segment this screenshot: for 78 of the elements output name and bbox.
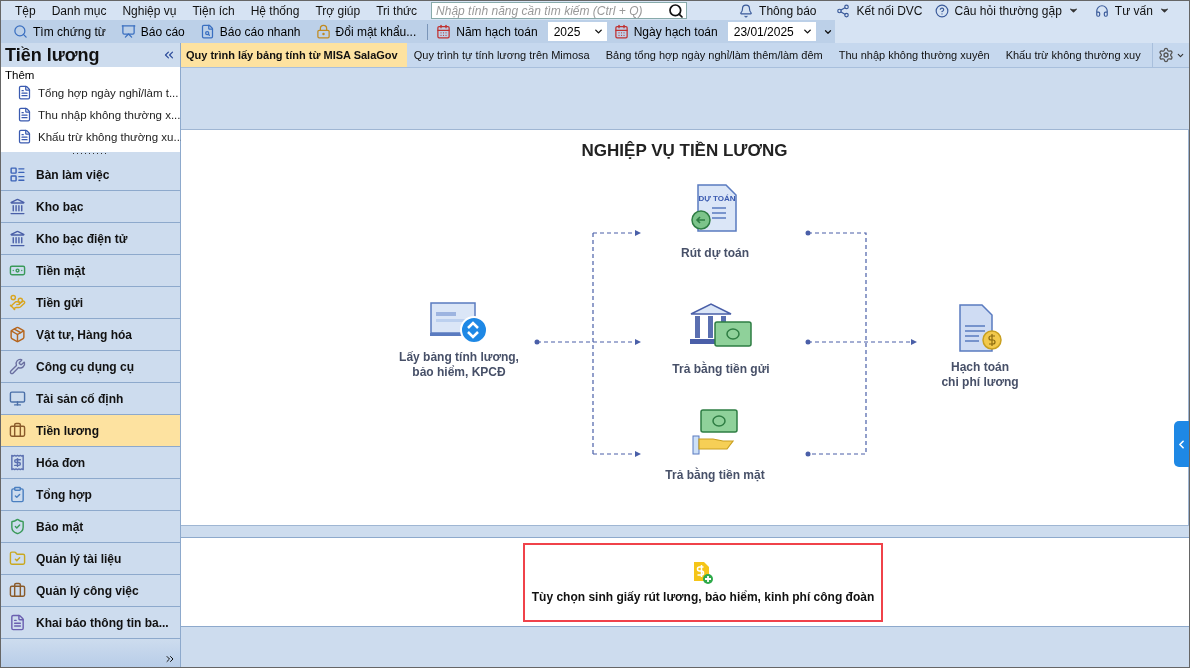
document-icon	[17, 85, 32, 100]
menu-item[interactable]: Trợ giúp	[307, 3, 369, 18]
share-nodes-icon[interactable]	[836, 3, 851, 18]
calendar-icon	[613, 24, 629, 39]
briefcase-icon	[9, 582, 26, 599]
bell-icon[interactable]	[739, 3, 754, 18]
bank-icon	[9, 198, 26, 215]
tab[interactable]: Bảng tổng hợp ngày nghỉ/làm thêm/làm đêm	[600, 43, 832, 67]
box-icon	[9, 326, 26, 343]
toolbar-button[interactable]: Báo cáo nhanh	[219, 24, 301, 39]
hand-banknote-icon	[689, 406, 741, 458]
help-icon[interactable]	[934, 3, 949, 18]
toolbar-button[interactable]: Tìm chứng từ	[33, 24, 106, 39]
header-link[interactable]: Câu hỏi thường gặp	[954, 3, 1062, 18]
payroll-option-button[interactable]: Tùy chọn sinh giấy rút lương, bảo hiểm, kinh phí công đoàn	[523, 542, 883, 622]
collapse-icon[interactable]	[162, 48, 176, 62]
menu-item[interactable]: Danh mục	[43, 3, 115, 18]
caret-icon[interactable]	[592, 26, 604, 37]
menu-item[interactable]: Tệp	[7, 3, 44, 18]
toolbar-button[interactable]: Đổi mật khẩu...	[335, 24, 417, 39]
coin-hand-icon	[9, 294, 26, 311]
recent-item[interactable]: Tổng hợp ngày nghỉ/làm t...	[38, 86, 179, 99]
process-step-label[interactable]: Trả bằng tiền mặt	[665, 468, 765, 483]
tab[interactable]: Thu nhập không thường xuyên	[833, 43, 999, 67]
process-step-label[interactable]: Trả bằng tiền gửi	[672, 362, 770, 377]
caret-icon[interactable]	[801, 26, 813, 37]
header-link[interactable]: Thông báo	[759, 3, 817, 18]
menu-item[interactable]: Hệ thống	[242, 3, 308, 18]
side-panel-tab[interactable]	[1174, 421, 1189, 467]
recent-item[interactable]: Thu nhập không thường x...	[38, 108, 181, 121]
list-icon	[9, 166, 26, 183]
tab[interactable]: Quy trình lấy bảng tính từ MISA SalaGov	[181, 43, 407, 67]
caret-icon[interactable]	[1067, 5, 1079, 16]
diagram-title: NGHIỆP VỤ TIỀN LƯƠNG	[580, 140, 789, 161]
recent-item[interactable]: Khấu trừ không thường xu...	[38, 130, 184, 143]
more-label: Thêm	[5, 69, 36, 81]
year-label: Năm hạch toán	[456, 24, 538, 39]
headset-icon[interactable]	[1094, 3, 1109, 18]
process-step-label[interactable]: Rút dự toán	[681, 246, 749, 261]
receipt-icon	[9, 454, 26, 471]
search-field[interactable]: Nhập tính năng cần tìm kiếm (Ctrl + Q)	[431, 2, 688, 19]
year-select[interactable]: 2025	[547, 22, 607, 41]
search-icon[interactable]	[668, 2, 685, 19]
document-icon	[17, 129, 32, 144]
tab[interactable]: Khấu trừ không thường xuy	[1000, 43, 1150, 67]
dollar-document-add-icon	[692, 560, 714, 585]
date-label: Ngày hạch toán	[633, 24, 718, 39]
clipboard-check-icon	[9, 486, 26, 503]
shield-icon	[9, 518, 26, 535]
expand-icon[interactable]	[164, 653, 176, 665]
browser-sync-icon	[430, 302, 488, 344]
document-icon	[9, 614, 26, 631]
header-link[interactable]: Kết nối DVC	[856, 3, 923, 18]
menu-item[interactable]: Tiện ích	[184, 3, 243, 18]
process-step-label[interactable]: Lấy bảng tính lương, bảo hiểm, KPCĐ	[399, 350, 519, 380]
header-link[interactable]: Tư vấn	[1114, 3, 1153, 18]
tab[interactable]: Quy trình tự tính lương trên Mimosa	[408, 43, 599, 67]
splitter-grip[interactable]	[72, 152, 109, 155]
toolbar-button[interactable]: Báo cáo	[140, 24, 185, 39]
sidebar-title: Tiền lương	[5, 44, 100, 66]
menu-item[interactable]: Tri thức	[368, 3, 426, 18]
briefcase-icon	[9, 422, 26, 439]
sidebar-nav-item[interactable]: Tiền lương	[1, 415, 180, 447]
date-select[interactable]: 23/01/2025	[727, 22, 816, 41]
wrench-icon	[9, 358, 26, 375]
caret-icon[interactable]	[1158, 5, 1170, 16]
invoice-coin-icon	[956, 304, 1004, 352]
process-step-label[interactable]: Hạch toán chi phí lương	[941, 360, 1019, 390]
report-search-icon[interactable]	[199, 24, 215, 39]
calendar-icon	[436, 24, 452, 39]
report-icon[interactable]	[120, 24, 136, 39]
menu-item[interactable]: Nghiệp vụ	[114, 3, 185, 18]
computer-icon	[9, 390, 26, 407]
document-icon	[17, 107, 32, 122]
bank-banknote-icon	[689, 302, 753, 348]
gear-icon[interactable]	[1157, 47, 1174, 63]
bank-icon	[9, 230, 26, 247]
folder-icon	[9, 550, 26, 567]
